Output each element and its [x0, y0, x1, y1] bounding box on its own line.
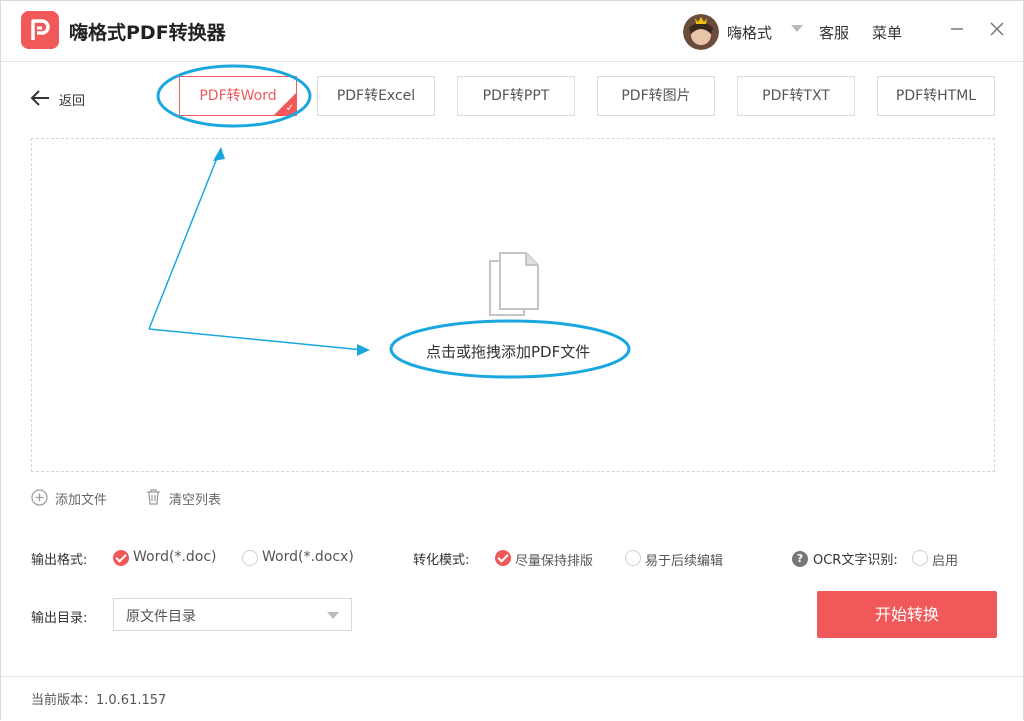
chevron-down-icon[interactable] [791, 25, 803, 32]
chevron-down-icon [327, 612, 339, 619]
radio-docx[interactable] [242, 550, 258, 566]
menu-button[interactable]: 菜单 [872, 22, 902, 43]
close-icon[interactable] [987, 19, 1007, 39]
minimize-icon[interactable] [947, 19, 967, 39]
tab-label: PDF转Excel [336, 88, 416, 104]
output-dir-select[interactable]: 原文件目录 [113, 598, 352, 631]
tab-label: PDF转Word [199, 88, 277, 104]
tab-pdf-to-html[interactable]: PDF转HTML [877, 76, 995, 116]
username[interactable]: 嗨格式 [727, 22, 772, 43]
convert-mode-label: 转化模式: [413, 553, 470, 568]
drop-zone-label[interactable]: 点击或拖拽添加PDF文件 [426, 341, 590, 362]
version-text: 当前版本：1.0.61.157 [31, 693, 167, 708]
add-file-label: 添加文件 [55, 493, 108, 508]
option-doc-label[interactable]: Word(*.doc) [133, 549, 217, 565]
trash-icon [147, 489, 160, 505]
app-logo-icon [21, 11, 59, 49]
tab-pdf-to-image[interactable]: PDF转图片 [597, 76, 715, 116]
tab-label: PDF转PPT [482, 88, 550, 104]
check-icon: ✓ [285, 103, 294, 114]
radio-easy-edit[interactable] [625, 550, 641, 566]
output-dir-value: 原文件目录 [126, 609, 196, 625]
option-easy-edit-label[interactable]: 易于后续编辑 [645, 550, 723, 569]
option-keep-layout-label[interactable]: 尽量保持排版 [515, 550, 593, 569]
file-drop-zone[interactable] [31, 138, 995, 472]
start-convert-button[interactable]: 开始转换 [817, 591, 997, 638]
radio-doc[interactable] [113, 550, 129, 566]
output-format-label: 输出格式: [31, 553, 88, 568]
tab-label: PDF转TXT [762, 88, 830, 104]
tab-pdf-to-ppt[interactable]: PDF转PPT [457, 76, 575, 116]
clear-list-label: 清空列表 [169, 493, 222, 508]
plus-circle-icon [31, 489, 48, 506]
title-bar: 嗨格式PDF转换器 嗨格式 客服 菜单 [1, 1, 1023, 62]
output-dir-label: 输出目录: [31, 611, 88, 626]
app-window: 嗨格式PDF转换器 嗨格式 客服 菜单 返回 PDF转Word ✓ PDF转Ex… [0, 0, 1024, 720]
option-docx-label[interactable]: Word(*.docx) [262, 549, 354, 565]
back-label: 返回 [59, 94, 86, 109]
help-icon[interactable]: ? [792, 551, 808, 567]
arrow-left-icon [30, 90, 49, 106]
tab-pdf-to-word[interactable]: PDF转Word ✓ [179, 76, 297, 116]
radio-keep-layout[interactable] [495, 550, 511, 566]
tab-pdf-to-txt[interactable]: PDF转TXT [737, 76, 855, 116]
radio-ocr-enable[interactable] [912, 550, 928, 566]
avatar[interactable] [683, 14, 719, 50]
tab-pdf-to-excel[interactable]: PDF转Excel [317, 76, 435, 116]
tab-label: PDF转图片 [621, 88, 691, 104]
document-icon [489, 252, 539, 316]
app-title: 嗨格式PDF转换器 [69, 22, 226, 44]
status-bar: 当前版本：1.0.61.157 [1, 676, 1023, 720]
support-link[interactable]: 客服 [819, 22, 849, 43]
tab-label: PDF转HTML [895, 88, 977, 104]
ocr-enable-label[interactable]: 启用 [932, 550, 958, 569]
ocr-label: OCR文字识别: [813, 553, 898, 568]
